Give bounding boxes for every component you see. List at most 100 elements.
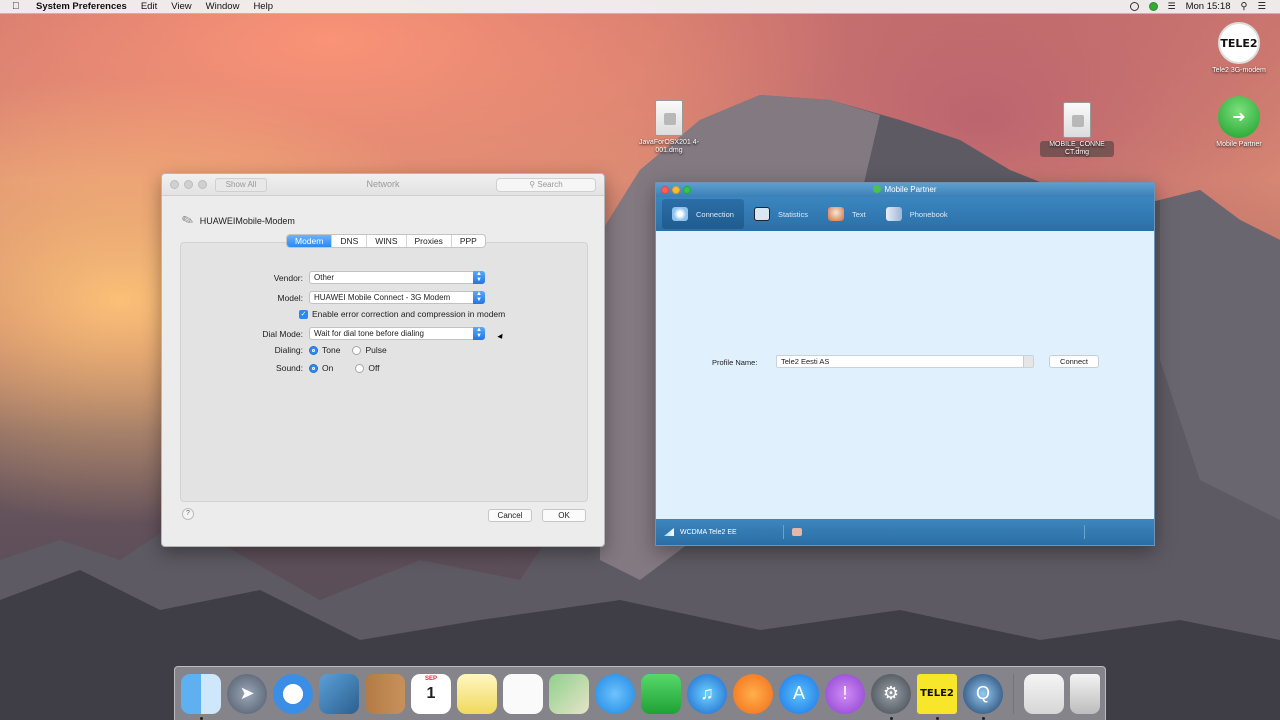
nav-phonebook[interactable]: Phonebook [876, 199, 958, 229]
finder-icon[interactable] [181, 673, 221, 720]
cancel-button[interactable]: Cancel [488, 509, 532, 522]
contacts-icon[interactable] [365, 673, 405, 714]
network-tabs: Modem DNS WINS Proxies PPP [286, 234, 486, 248]
dmg-file-icon [655, 100, 683, 136]
dialing-tone-option[interactable]: Tone [309, 345, 340, 355]
window-title: Mobile Partner [884, 185, 937, 194]
notes-icon[interactable] [457, 673, 497, 714]
window-controls [661, 186, 691, 194]
mobile-partner-titlebar: Mobile Partner [656, 183, 1154, 197]
menu-app-name[interactable]: System Preferences [36, 1, 127, 12]
settings-panel: Vendor: Other ▲ ▼ Model: HUAWEI Mobile Co… [180, 242, 588, 502]
mobile-partner-window: Mobile Partner Connection Statistics Tex… [655, 182, 1155, 546]
close-button[interactable] [661, 186, 669, 194]
dial-mode-popup[interactable]: Wait for dial tone before dialing ▲ ▼ [309, 327, 485, 340]
dialing-pulse-option[interactable]: Pulse [352, 345, 387, 355]
nav-connection[interactable]: Connection [662, 199, 744, 229]
help-button[interactable]: ? [182, 508, 194, 520]
menu-window[interactable]: Window [206, 1, 240, 12]
menu-help[interactable]: Help [253, 1, 273, 12]
quicktime-icon[interactable]: Q [963, 673, 1003, 720]
model-row: Model: HUAWEI Mobile Connect - 3G Modem … [243, 291, 485, 304]
error-correction-checkbox[interactable]: ✓ [299, 309, 308, 319]
ibooks-icon[interactable] [733, 673, 773, 714]
desktop-icon-label: Tele2 3G-modem [1212, 67, 1266, 74]
launchpad-icon[interactable]: ➤ [227, 673, 267, 714]
app-store-icon[interactable]: A [779, 673, 819, 714]
minimize-button[interactable] [672, 186, 680, 194]
ok-button[interactable]: OK [542, 509, 586, 522]
model-popup[interactable]: HUAWEI Mobile Connect - 3G Modem ▲ ▼ [309, 291, 485, 304]
tab-wins[interactable]: WINS [367, 235, 407, 247]
notification-center-icon[interactable]: ☰ [1257, 1, 1266, 12]
network-window: Show All Network ⚲ Search ✎ HUAWEIMobile… [161, 173, 605, 547]
running-indicator [890, 716, 893, 720]
mobile-partner-statusbar: WCDMA Tele2 EE [656, 519, 1154, 545]
system-preferences-icon[interactable]: ⚙ [871, 673, 911, 720]
desktop-icon-java-dmg[interactable]: JavaForOSX201 4-001.dmg [634, 100, 704, 155]
reminders-icon[interactable] [503, 673, 543, 714]
tele2-app-icon[interactable]: TELE2 [917, 673, 957, 720]
record-status-icon[interactable] [1129, 2, 1139, 11]
wifi-icon[interactable]: ☰ [1168, 1, 1176, 12]
connect-button[interactable]: Connect [1049, 355, 1099, 368]
model-value: HUAWEI Mobile Connect - 3G Modem [314, 293, 451, 302]
radio-label: Off [368, 363, 380, 373]
network-titlebar: Show All Network ⚲ Search [162, 174, 604, 196]
tele2-dock-label: TELE2 [920, 688, 954, 699]
zoom-button[interactable] [683, 186, 691, 194]
radio-button[interactable] [309, 363, 318, 373]
photo-app-icon[interactable] [319, 673, 359, 714]
menu-edit[interactable]: Edit [141, 1, 157, 12]
tab-ppp[interactable]: PPP [452, 235, 485, 247]
dmg-file-icon [1063, 102, 1091, 138]
tab-modem[interactable]: Modem [287, 235, 333, 247]
tab-proxies[interactable]: Proxies [407, 235, 452, 247]
signal-strength-icon [664, 528, 674, 536]
dock-separator [1013, 673, 1014, 714]
apple-menu-icon[interactable]:  [12, 1, 26, 12]
nav-text[interactable]: Text [818, 199, 876, 229]
desktop-icon-mobile-partner[interactable]: ➜ Mobile Partner [1204, 96, 1274, 149]
radio-button[interactable] [355, 363, 365, 373]
vendor-popup[interactable]: Other ▲ ▼ [309, 271, 485, 284]
menu-view[interactable]: View [171, 1, 191, 12]
spotlight-icon[interactable]: ⚲ [1241, 1, 1248, 12]
calendar-month: SEP [424, 675, 437, 682]
device-header: ✎ HUAWEIMobile-Modem [179, 210, 295, 230]
maps-icon[interactable] [549, 673, 589, 714]
tele2-logo-icon: TELE2 [1218, 22, 1260, 64]
device-name: HUAWEIMobile-Modem [199, 215, 295, 226]
podcasts-icon[interactable]: ! [825, 673, 865, 714]
radio-button[interactable] [352, 345, 362, 355]
radio-label: Tone [322, 345, 341, 355]
sound-on-option[interactable]: On [309, 363, 333, 373]
downloads-stack-icon[interactable] [1024, 673, 1064, 714]
calendar-icon[interactable]: SEP 1 [411, 673, 451, 714]
desktop-icon-tele2-modem[interactable]: TELE2 Tele2 3G-modem [1204, 22, 1274, 75]
desktop-icon-mobile-connect-dmg[interactable]: MOBILE_CONNE CT.dmg [1040, 102, 1114, 158]
dialing-row: Dialing: Tone Pulse [243, 345, 399, 355]
safari-icon[interactable] [273, 673, 313, 714]
nav-statistics[interactable]: Statistics [744, 199, 818, 229]
mobile-partner-status-icon[interactable] [1148, 2, 1158, 11]
sim-lock-icon [791, 528, 802, 536]
tab-dns[interactable]: DNS [332, 235, 368, 247]
facetime-icon[interactable] [641, 673, 681, 714]
network-status: WCDMA Tele2 EE [680, 528, 737, 536]
statistics-icon [753, 207, 770, 221]
sound-off-option[interactable]: Off [355, 363, 380, 373]
text-message-icon [827, 207, 844, 221]
itunes-icon[interactable]: ♫ [687, 673, 727, 714]
search-field[interactable]: ⚲ Search [496, 178, 596, 192]
messages-icon[interactable] [595, 673, 635, 714]
dial-mode-value: Wait for dial tone before dialing [314, 329, 424, 338]
mobile-partner-title-icon [873, 185, 882, 193]
menu-bar:  System Preferences Edit View Window He… [0, 0, 1280, 14]
modem-pen-icon: ✎ [179, 210, 196, 230]
radio-button[interactable] [309, 345, 318, 355]
menu-clock[interactable]: Mon 15:18 [1186, 1, 1231, 12]
trash-icon[interactable] [1070, 673, 1100, 714]
radio-label: On [322, 363, 334, 373]
profile-select[interactable]: Tele2 Eesti AS [776, 355, 1034, 368]
